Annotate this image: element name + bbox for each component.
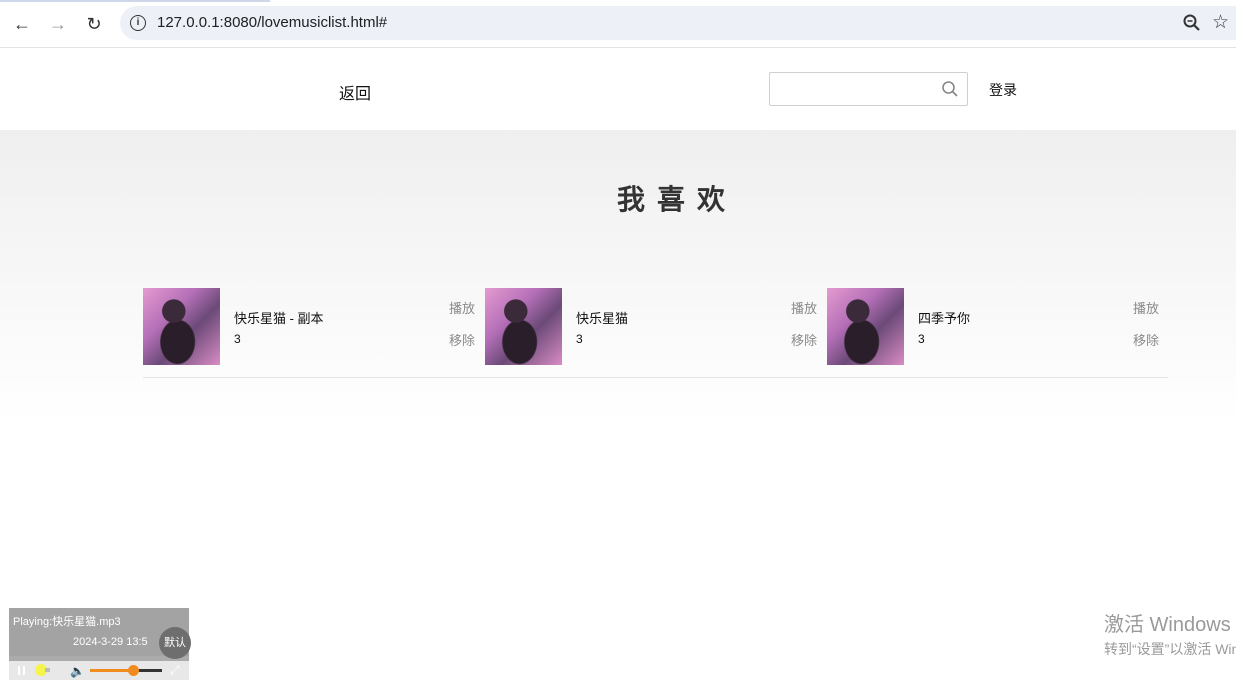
now-playing-text: Playing:快乐星猫.mp3: [13, 616, 121, 628]
volume-slider-knob[interactable]: [128, 665, 140, 676]
music-player: Playing:快乐星猫.mp3 2024-3-29 13:5 默认 🔈 ⤢: [9, 608, 191, 680]
song-name: 快乐星猫 - 副本: [234, 311, 324, 326]
song-item: 快乐星猫 3 播放 移除: [485, 288, 819, 366]
login-link[interactable]: 登录: [989, 80, 1017, 100]
album-cover-image: [485, 288, 562, 365]
remove-button[interactable]: 移除: [791, 330, 817, 349]
reload-icon[interactable]: ↻: [82, 12, 106, 36]
zoom-icon[interactable]: [1182, 13, 1202, 33]
remove-button[interactable]: 移除: [1133, 330, 1159, 349]
expand-icon[interactable]: ⤢: [170, 663, 180, 678]
search-icon[interactable]: [941, 80, 959, 98]
back-arrow-icon[interactable]: ←: [10, 12, 34, 36]
song-count: 3: [576, 332, 583, 346]
search-box[interactable]: [769, 72, 968, 106]
site-header: 返回 登录: [0, 48, 1236, 130]
windows-activation-watermark: 激活 Windows 转到“设置”以激活 Windows。: [1104, 608, 1236, 659]
song-count: 3: [918, 332, 925, 346]
play-button[interactable]: 播放: [449, 298, 475, 317]
search-input[interactable]: [776, 77, 940, 101]
song-name: 快乐星猫: [576, 311, 629, 326]
play-button[interactable]: 播放: [791, 298, 817, 317]
url-text[interactable]: 127.0.0.1:8080/lovemusiclist.html#: [157, 14, 387, 31]
watermark-subtitle: 转到“设置”以激活 Windows。: [1104, 641, 1236, 657]
favorites-section: 我喜欢 快乐星猫 - 副本 3 播放 移除 快乐星猫 3 播放 移除 四季予你 …: [0, 130, 1236, 424]
page-title: 我喜欢: [616, 184, 737, 215]
player-date-text: 2024-3-29 13:5: [73, 636, 148, 648]
pause-icon[interactable]: [18, 666, 26, 675]
play-button[interactable]: 播放: [1133, 298, 1159, 317]
bookmark-star-icon[interactable]: ☆: [1212, 11, 1229, 34]
song-item: 快乐星猫 - 副本 3 播放 移除: [143, 288, 477, 366]
volume-icon[interactable]: 🔈: [70, 664, 85, 678]
volume-slider[interactable]: [90, 665, 162, 676]
album-cover-image: [143, 288, 220, 365]
play-mode-button[interactable]: 默认: [159, 627, 191, 659]
song-item: 四季予你 3 播放 移除: [827, 288, 1161, 366]
forward-arrow-icon[interactable]: →: [46, 12, 70, 36]
active-tab-indicator: [0, 0, 270, 2]
browser-toolbar: ← → ↻ i 127.0.0.1:8080/lovemusiclist.htm…: [0, 0, 1236, 48]
song-name: 四季予你: [918, 311, 971, 326]
address-bar[interactable]: i 127.0.0.1:8080/lovemusiclist.html# ☆: [120, 6, 1236, 40]
album-cover-image: [827, 288, 904, 365]
song-count: 3: [234, 332, 241, 346]
watermark-title: 激活 Windows: [1104, 614, 1231, 636]
site-info-icon[interactable]: i: [130, 15, 146, 31]
volume-slider-fill: [90, 669, 134, 672]
mini-bar-icon: [45, 668, 50, 672]
player-controls: 🔈 ⤢: [9, 661, 189, 680]
back-link[interactable]: 返回: [339, 80, 371, 104]
remove-button[interactable]: 移除: [449, 330, 475, 349]
song-list: 快乐星猫 - 副本 3 播放 移除 快乐星猫 3 播放 移除 四季予你 3 播放…: [143, 288, 1168, 378]
